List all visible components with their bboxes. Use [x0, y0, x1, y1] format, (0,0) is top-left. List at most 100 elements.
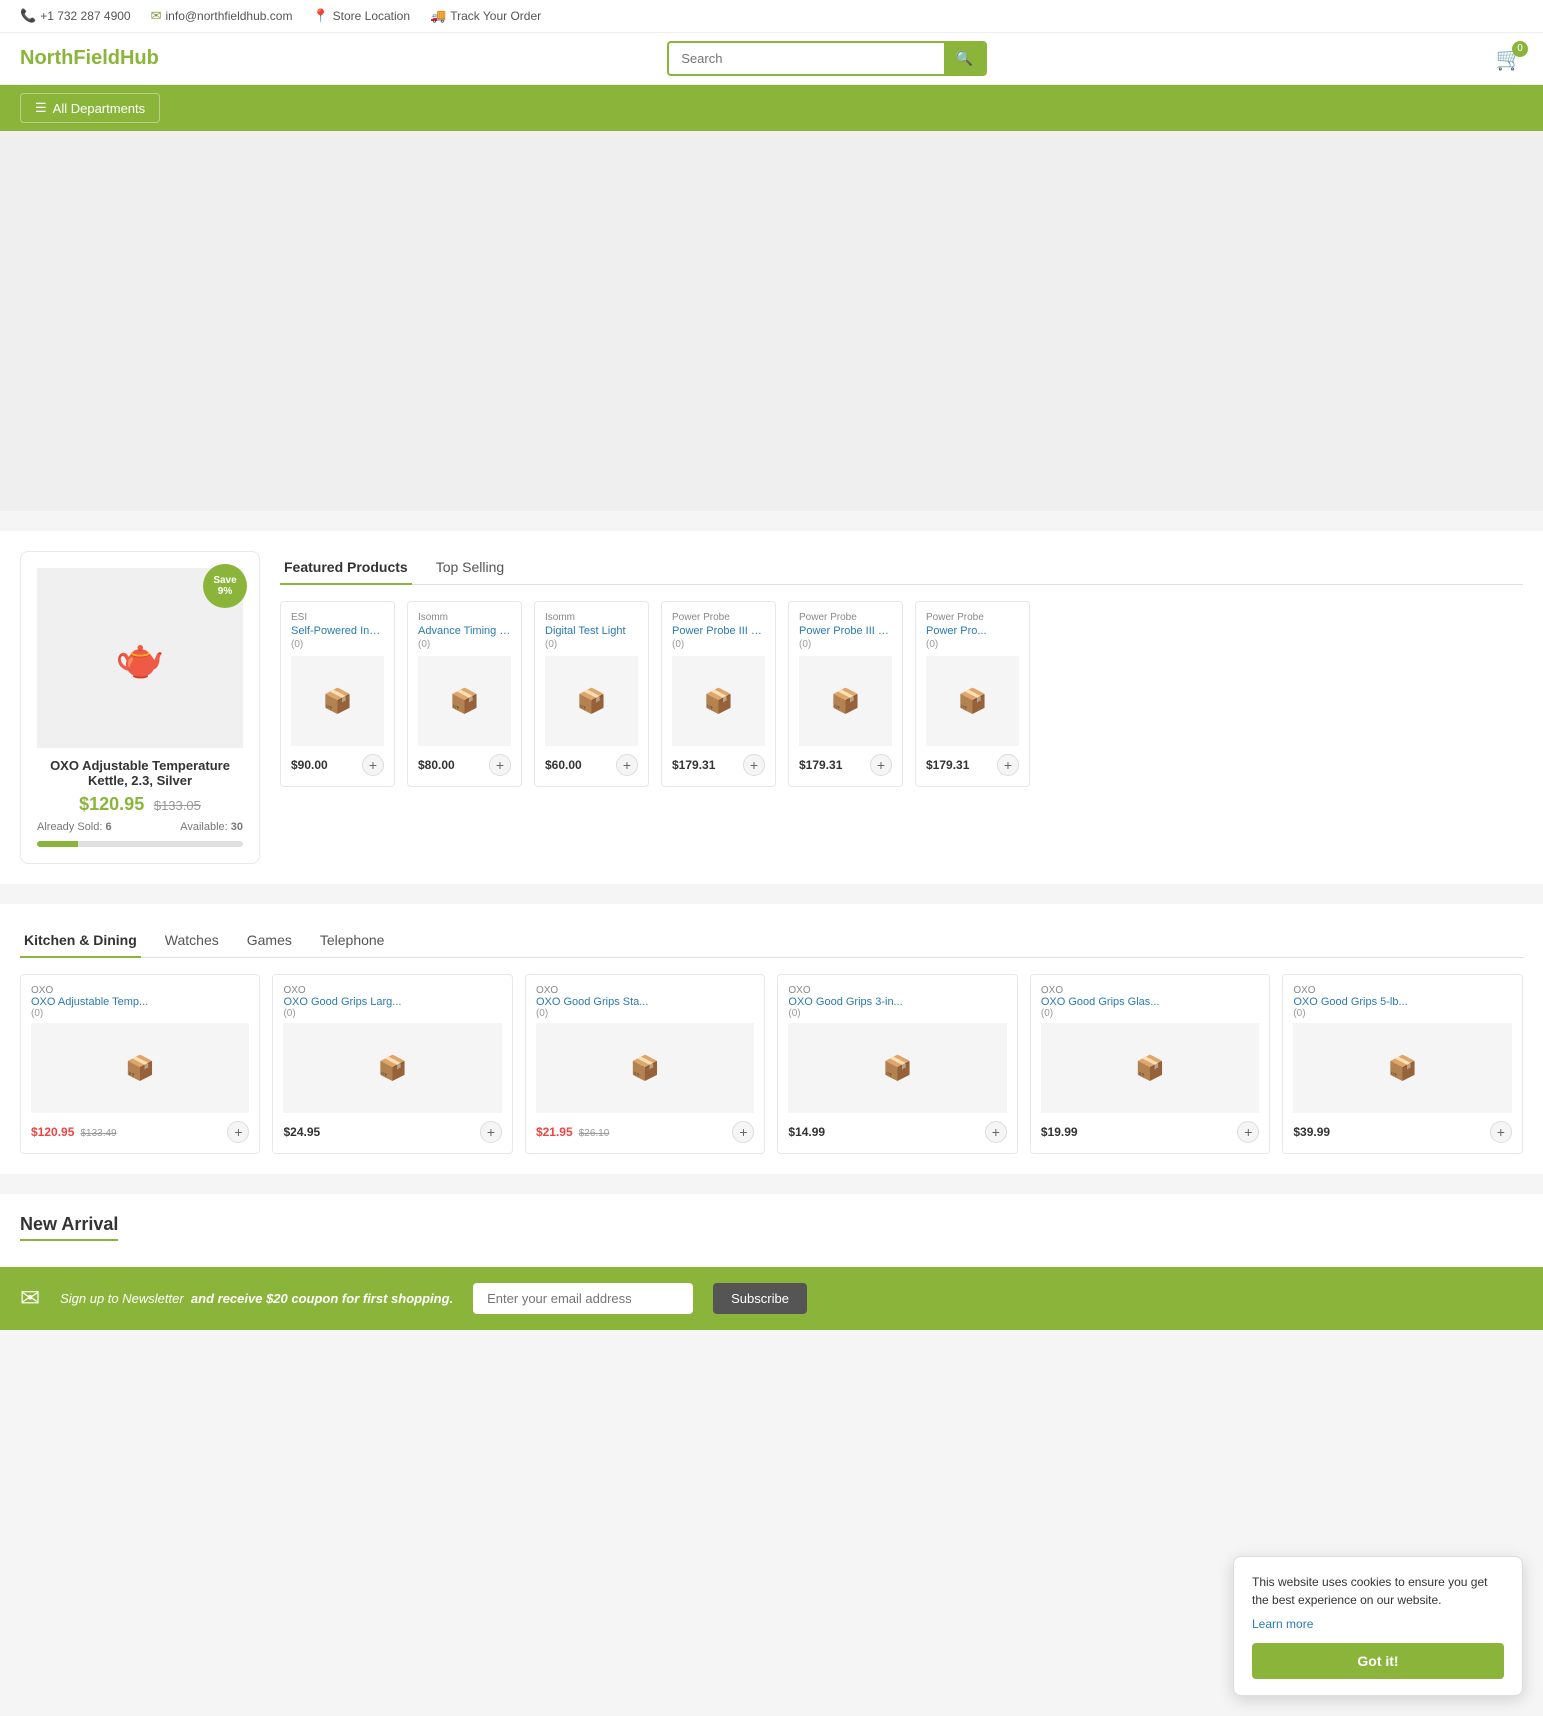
email-item[interactable]: ✉ info@northfieldhub.com	[151, 8, 293, 24]
product-rating: (0)	[545, 639, 638, 650]
search-input[interactable]	[669, 44, 944, 73]
category-tab-kitchen-&-dining[interactable]: Kitchen & Dining	[20, 924, 141, 958]
cat-product-name[interactable]: OXO Adjustable Temp...	[31, 996, 249, 1008]
cookie-learn-more-link[interactable]: Learn more	[1252, 1617, 1504, 1631]
cat-product-rating: (0)	[788, 1008, 1006, 1019]
featured-main-card: Save 9% 🫖 OXO Adjustable Temperature Ket…	[20, 551, 260, 864]
cat-product-name[interactable]: OXO Good Grips Larg...	[283, 996, 501, 1008]
newsletter-subscribe-button[interactable]: Subscribe	[713, 1283, 807, 1314]
product-rating: (0)	[418, 639, 511, 650]
cat-price-row: $21.95 $26.10 +	[536, 1121, 754, 1143]
progress-bar	[37, 841, 243, 847]
cat-add-to-cart-button[interactable]: +	[1490, 1121, 1512, 1143]
category-product-card: OXO OXO Good Grips 5-lb... (0) 📦 $39.99 …	[1282, 974, 1522, 1154]
category-product-card: OXO OXO Adjustable Temp... (0) 📦 $120.95…	[20, 974, 260, 1154]
cat-price-original: $26.10	[579, 1128, 610, 1139]
product-image: 📦	[545, 656, 638, 746]
cat-product-name[interactable]: OXO Good Grips 3-in...	[788, 996, 1006, 1008]
location-icon: 📍	[312, 8, 328, 24]
cookie-accept-button[interactable]: Got it!	[1252, 1643, 1504, 1679]
save-badge: Save 9%	[203, 564, 247, 608]
cart-badge: 0	[1512, 41, 1528, 57]
cat-price: $39.99	[1293, 1125, 1330, 1139]
search-icon: 🔍	[956, 50, 973, 66]
phone-item[interactable]: 📞 +1 732 287 4900	[20, 8, 131, 24]
cat-add-to-cart-button[interactable]: +	[1237, 1121, 1259, 1143]
product-name[interactable]: Digital Test Light	[545, 625, 638, 637]
cat-add-to-cart-button[interactable]: +	[985, 1121, 1007, 1143]
product-name[interactable]: Advance Timing Light	[418, 625, 511, 637]
product-price: $90.00	[291, 758, 328, 772]
product-image: 📦	[291, 656, 384, 746]
newsletter-email-input[interactable]	[473, 1283, 693, 1314]
featured-product-card: Isomm Advance Timing Light (0) 📦 $80.00 …	[407, 601, 522, 787]
track-order-item[interactable]: 🚚 Track Your Order	[430, 8, 541, 24]
search-bar[interactable]: 🔍	[667, 41, 987, 76]
cat-add-to-cart-button[interactable]: +	[732, 1121, 754, 1143]
newsletter-icon: ✉	[20, 1284, 40, 1313]
cat-add-to-cart-button[interactable]: +	[480, 1121, 502, 1143]
product-brand: Power Probe	[926, 612, 1019, 623]
product-brand: Power Probe	[799, 612, 892, 623]
all-departments-button[interactable]: ☰ All Departments	[20, 93, 160, 123]
cat-product-name[interactable]: OXO Good Grips Glas...	[1041, 996, 1259, 1008]
product-name[interactable]: Self-Powered Inductive ...	[291, 625, 384, 637]
category-product-card: OXO OXO Good Grips Larg... (0) 📦 $24.95 …	[272, 974, 512, 1154]
cart-button[interactable]: 🛒 0	[1496, 46, 1523, 72]
featured-right: Featured Products Top Selling ESI Self-P…	[280, 551, 1523, 864]
product-name[interactable]: Power Probe III with Ca...	[799, 625, 892, 637]
cat-product-brand: OXO	[31, 985, 249, 996]
email-icon: ✉	[151, 8, 162, 24]
product-price-row: $90.00 +	[291, 754, 384, 776]
cat-product-name[interactable]: OXO Good Grips 5-lb...	[1293, 996, 1511, 1008]
save-pct: 9%	[218, 586, 232, 597]
tab-top-selling[interactable]: Top Selling	[432, 551, 509, 585]
add-to-cart-button[interactable]: +	[743, 754, 765, 776]
product-name[interactable]: Power Probe III with Ca...	[672, 625, 765, 637]
cat-product-brand: OXO	[1041, 985, 1259, 996]
cat-product-brand: OXO	[536, 985, 754, 996]
tab-featured-products[interactable]: Featured Products	[280, 551, 412, 585]
category-tab-bar: Kitchen & Dining Watches Games Telephone	[20, 924, 1523, 958]
category-tab-games[interactable]: Games	[243, 924, 296, 958]
nav-bar: ☰ All Departments	[0, 85, 1543, 131]
available: Available: 30	[180, 821, 243, 833]
cat-price: $24.95	[283, 1125, 320, 1139]
add-to-cart-button[interactable]: +	[489, 754, 511, 776]
category-products-grid: OXO OXO Adjustable Temp... (0) 📦 $120.95…	[20, 974, 1523, 1154]
category-tab-watches[interactable]: Watches	[161, 924, 223, 958]
cat-product-name[interactable]: OXO Good Grips Sta...	[536, 996, 754, 1008]
cat-add-to-cart-button[interactable]: +	[227, 1121, 249, 1143]
cat-price: $120.95	[31, 1125, 74, 1139]
featured-product-card: Power Probe Power Probe III with Ca... (…	[661, 601, 776, 787]
product-rating: (0)	[799, 639, 892, 650]
featured-product-card: Power Probe Power Pro... (0) 📦 $179.31 +	[915, 601, 1030, 787]
cat-price-row: $24.95 +	[283, 1121, 501, 1143]
header: NorthFieldHub 🔍 🛒 0	[0, 33, 1543, 85]
add-to-cart-button[interactable]: +	[362, 754, 384, 776]
featured-product-card: Isomm Digital Test Light (0) 📦 $60.00 +	[534, 601, 649, 787]
phone-icon: 📞	[20, 8, 36, 24]
category-tab-telephone[interactable]: Telephone	[316, 924, 389, 958]
product-brand: ESI	[291, 612, 384, 623]
already-sold: Already Sold: 6	[37, 821, 112, 833]
store-location-item[interactable]: 📍 Store Location	[312, 8, 410, 24]
add-to-cart-button[interactable]: +	[870, 754, 892, 776]
product-brand: Isomm	[418, 612, 511, 623]
search-button[interactable]: 🔍	[944, 43, 985, 74]
product-name[interactable]: Power Pro...	[926, 625, 1019, 637]
add-to-cart-button[interactable]: +	[616, 754, 638, 776]
product-price-row: $80.00 +	[418, 754, 511, 776]
add-to-cart-button[interactable]: +	[997, 754, 1019, 776]
all-departments-label: All Departments	[53, 101, 145, 116]
email-address: info@northfieldhub.com	[166, 9, 293, 23]
cat-product-brand: OXO	[788, 985, 1006, 996]
new-arrival-section: New Arrival	[0, 1194, 1543, 1267]
category-section: Kitchen & Dining Watches Games Telephone OX…	[0, 904, 1543, 1174]
cat-product-rating: (0)	[31, 1008, 249, 1019]
cat-price: $14.99	[788, 1125, 825, 1139]
category-product-card: OXO OXO Good Grips Glas... (0) 📦 $19.99 …	[1030, 974, 1270, 1154]
product-price: $179.31	[672, 758, 715, 772]
track-icon: 🚚	[430, 8, 446, 24]
product-rating: (0)	[291, 639, 384, 650]
